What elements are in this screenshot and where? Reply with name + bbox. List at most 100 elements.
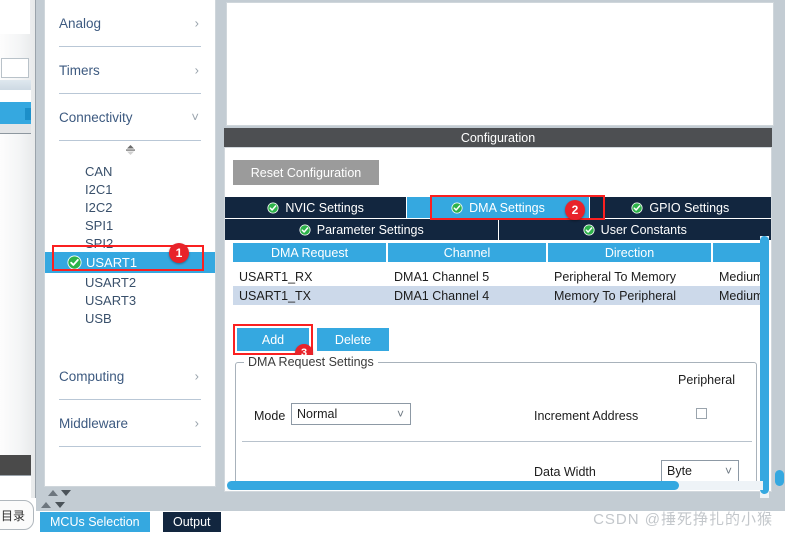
sidebar-category-computing[interactable]: Computing › xyxy=(45,353,215,399)
cell-priority: Medium xyxy=(719,269,764,284)
scrollbar-thumb[interactable] xyxy=(775,470,784,486)
scroll-updown-icon xyxy=(125,145,135,155)
badge-label: 1 xyxy=(175,246,183,260)
chevron-down-icon: ˅ xyxy=(396,407,404,421)
tab-gpio-settings[interactable]: GPIO Settings xyxy=(590,197,771,218)
fragment-dark-band xyxy=(0,455,31,475)
sidebar-category-analog[interactable]: Analog › xyxy=(45,0,215,46)
table-header-row: DMA Request Channel Direction xyxy=(233,243,765,262)
scroll-down-arrow-icon[interactable] xyxy=(55,501,65,508)
column-header-direction[interactable]: Direction xyxy=(548,243,713,262)
column-header-channel[interactable]: Channel xyxy=(388,243,548,262)
sidebar-category-connectivity[interactable]: Connectivity ˅ xyxy=(45,94,215,140)
configuration-header: Configuration xyxy=(224,128,772,147)
dma-request-settings-group: DMA Request Settings Peripheral Mode Nor… xyxy=(235,355,757,487)
sidebar-category-label: Timers xyxy=(59,62,100,78)
cell-direction: Memory To Peripheral xyxy=(554,288,677,303)
scroll-up-arrow-icon[interactable] xyxy=(48,489,58,496)
table-row[interactable]: USART1_TX DMA1 Channel 4 Memory To Perip… xyxy=(233,286,765,305)
tab-parameter-settings[interactable]: Parameter Settings xyxy=(225,219,499,240)
dma-request-table: DMA Request Channel Direction USART1_RX … xyxy=(233,243,765,305)
fragment-bottom-band xyxy=(0,475,31,498)
tab-label: NVIC Settings xyxy=(285,200,364,215)
scrollbar-thumb[interactable] xyxy=(760,236,769,494)
chevron-down-icon: ˅ xyxy=(191,109,199,125)
configuration-title: Configuration xyxy=(460,130,536,145)
fragment-separator xyxy=(0,80,31,90)
categories-sidebar: Analog › Timers › Connectivity ˅ CAN I2C… xyxy=(36,0,222,498)
directory-tab[interactable]: 目录 xyxy=(0,500,34,530)
cell-dma-request: USART1_RX xyxy=(239,269,313,284)
delete-button-label: Delete xyxy=(334,332,372,347)
badge-label: 2 xyxy=(571,203,579,217)
list-item[interactable]: SPI1 xyxy=(45,216,215,234)
configuration-horizontal-scrollbar[interactable] xyxy=(227,481,763,490)
column-header-dma-request[interactable]: DMA Request xyxy=(233,243,388,262)
tab-mcus-selection[interactable]: MCUs Selection xyxy=(40,512,150,532)
list-item[interactable]: I2C2 xyxy=(45,198,215,216)
left-window-fragment xyxy=(0,0,36,498)
divider xyxy=(59,446,201,447)
tab-label: Output xyxy=(173,515,211,529)
list-item[interactable]: CAN xyxy=(45,162,215,180)
delete-button[interactable]: Delete xyxy=(317,328,389,351)
list-scroll-spinner[interactable] xyxy=(45,141,215,160)
sidebar-category-timers[interactable]: Timers › xyxy=(45,47,215,93)
chip-view-canvas[interactable] xyxy=(226,2,774,126)
peripheral-label: I2C2 xyxy=(85,199,113,215)
reset-configuration-label: Reset Configuration xyxy=(250,165,362,180)
add-button-label: Add xyxy=(261,332,285,347)
sidebar-scroll-arrows[interactable] xyxy=(44,487,216,498)
data-width-value: Byte xyxy=(667,464,693,478)
tab-dma-settings[interactable]: DMA Settings xyxy=(407,197,590,218)
scroll-down-arrow-icon[interactable] xyxy=(61,489,71,496)
main-vertical-scrollbar[interactable] xyxy=(774,0,785,498)
data-width-label: Data Width xyxy=(534,465,596,479)
sidebar-category-middleware[interactable]: Middleware › xyxy=(45,400,215,446)
cell-priority: Medium xyxy=(719,288,764,303)
column-header-priority[interactable] xyxy=(713,243,765,262)
check-circle-icon xyxy=(451,201,463,214)
peripheral-label: USB xyxy=(85,310,112,326)
reset-configuration-button[interactable]: Reset Configuration xyxy=(233,160,379,185)
fragment-input-box xyxy=(1,58,29,78)
check-circle-icon xyxy=(631,201,643,214)
tab-label: GPIO Settings xyxy=(649,200,730,215)
data-width-select[interactable]: Byte ˅ xyxy=(661,460,739,482)
watermark: CSDN @捶死挣扎的小猴 xyxy=(593,511,773,528)
chevron-right-icon: › xyxy=(194,368,199,384)
table-row[interactable]: USART1_RX DMA1 Channel 5 Peripheral To M… xyxy=(233,267,765,286)
peripheral-label: CAN xyxy=(85,163,113,179)
fragment-top-blank xyxy=(0,0,30,34)
tab-output[interactable]: Output xyxy=(163,512,221,532)
increment-address-label: Increment Address xyxy=(534,409,639,423)
annotation-badge-1: 1 xyxy=(169,243,189,263)
cell-dma-request: USART1_TX xyxy=(239,288,312,303)
directory-tab-label: 目录 xyxy=(0,508,25,523)
divider xyxy=(242,441,752,442)
fragment-white-band xyxy=(0,90,31,102)
scrollbar-thumb[interactable] xyxy=(227,481,679,490)
tab-label: MCUs Selection xyxy=(50,515,140,529)
chevron-right-icon: › xyxy=(194,15,199,31)
list-item[interactable]: USART3 xyxy=(45,291,215,309)
mode-select[interactable]: Normal ˅ xyxy=(291,403,411,425)
sidebar-category-label: Computing xyxy=(59,368,125,384)
mode-label: Mode xyxy=(254,409,286,423)
scroll-up-arrow-icon[interactable] xyxy=(41,501,51,508)
cell-channel: DMA1 Channel 5 xyxy=(394,269,490,284)
group-legend: DMA Request Settings xyxy=(244,355,378,369)
mode-value: Normal xyxy=(297,407,338,421)
check-circle-icon xyxy=(583,223,595,236)
tab-label: Parameter Settings xyxy=(316,222,424,237)
chevron-right-icon: › xyxy=(194,415,199,431)
list-item[interactable]: I2C1 xyxy=(45,180,215,198)
tab-user-constants[interactable]: User Constants xyxy=(499,219,772,240)
fragment-scroll-thumb xyxy=(25,108,31,120)
chevron-down-icon: ˅ xyxy=(724,464,732,478)
list-item[interactable]: USB xyxy=(45,309,215,327)
tab-nvic-settings[interactable]: NVIC Settings xyxy=(225,197,408,218)
list-item[interactable]: USART2 xyxy=(45,273,215,291)
increment-address-peripheral-checkbox[interactable] xyxy=(696,408,707,419)
annotation-badge-2: 2 xyxy=(565,200,585,220)
